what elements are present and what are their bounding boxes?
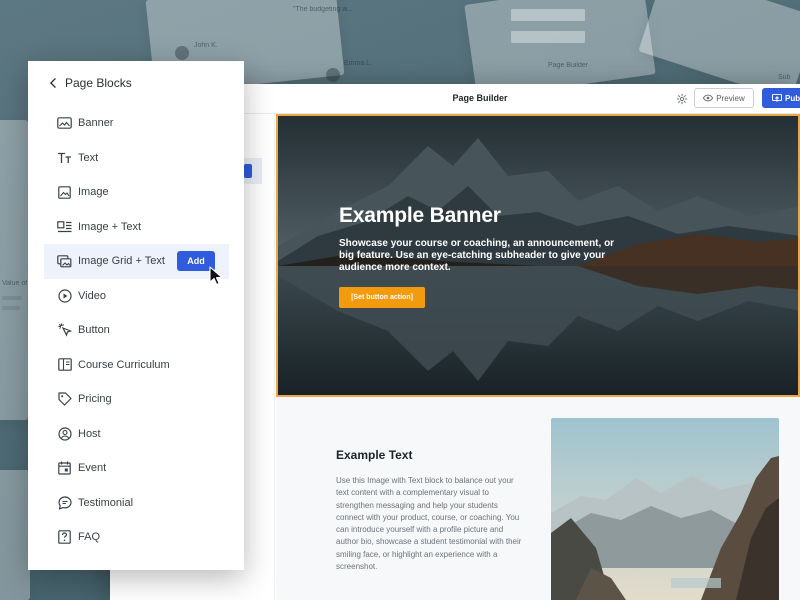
image-grid-icon	[57, 254, 72, 269]
block-item-label: Image	[78, 186, 109, 199]
section-image	[551, 418, 779, 600]
background-snippet: Page Builder	[548, 62, 589, 69]
image-text-icon	[57, 219, 72, 234]
image-icon	[57, 185, 72, 200]
gear-icon	[676, 93, 688, 105]
background-avatar	[175, 46, 189, 60]
background-avatar	[326, 68, 340, 82]
background-card	[0, 470, 30, 600]
text-block-body: Use this Image with Text block to balanc…	[336, 476, 522, 572]
block-item-banner[interactable]: Banner	[44, 106, 229, 141]
text-block-title: Example Text	[336, 448, 413, 462]
banner-subtitle: Showcase your course or coaching, an ann…	[339, 238, 615, 273]
block-item-label: Video	[78, 289, 106, 302]
text-icon	[57, 150, 72, 165]
mouse-cursor-icon	[209, 266, 223, 286]
background-line	[2, 306, 20, 310]
block-item-label: Host	[78, 427, 101, 440]
block-item-label: Text	[78, 151, 99, 164]
background-card	[0, 120, 28, 420]
publish-button[interactable]: Publi	[762, 88, 800, 108]
event-icon	[57, 461, 72, 476]
curriculum-icon	[57, 357, 72, 372]
background-snippet: "The budgeting w...	[293, 6, 353, 13]
block-item-label: Button	[78, 324, 110, 337]
testimonial-icon	[57, 495, 72, 510]
chevron-left-icon	[49, 78, 56, 88]
pricing-icon	[57, 392, 72, 407]
host-icon	[57, 426, 72, 441]
preview-button[interactable]: Preview	[694, 88, 754, 108]
preview-label: Preview	[716, 93, 745, 103]
block-item-pricing[interactable]: Pricing	[44, 382, 229, 417]
background-button	[510, 8, 586, 22]
block-item-image-text[interactable]: Image + Text	[44, 210, 229, 245]
background-snippet: Sub	[778, 74, 791, 81]
faq-icon	[57, 530, 72, 545]
builder-title: Page Builder	[452, 93, 508, 103]
banner-icon	[57, 116, 72, 131]
panel-header: Page Blocks	[28, 61, 244, 105]
block-item-label: Banner	[78, 117, 114, 130]
block-item-label: Image Grid + Text	[78, 255, 165, 268]
back-button[interactable]	[46, 76, 60, 90]
banner-action-button[interactable]: [Set button action]	[339, 287, 425, 308]
background-snippet: John K.	[194, 42, 218, 49]
mountain-image	[551, 418, 779, 600]
background-snippet: Value of	[2, 280, 28, 287]
block-item-video[interactable]: Video	[44, 279, 229, 314]
block-item-label: Course Curriculum	[78, 358, 170, 371]
background-snippet: Emma L.	[344, 60, 373, 67]
banner-block[interactable]: Example Banner Showcase your course or c…	[276, 114, 800, 397]
block-item-label: Testimonial	[78, 496, 134, 509]
image-text-block[interactable]: Example Text Use this Image with Text bl…	[276, 397, 800, 600]
block-item-image-grid-text[interactable]: Image Grid + Text Add	[44, 244, 229, 279]
block-item-course-curriculum[interactable]: Course Curriculum	[44, 348, 229, 383]
page-blocks-panel: Page Blocks Banner Text Image Image + Te…	[28, 61, 244, 570]
block-list: Banner Text Image Image + Text Image Gri	[44, 106, 229, 555]
video-icon	[57, 288, 72, 303]
background-line	[2, 296, 22, 300]
block-item-image[interactable]: Image	[44, 175, 229, 210]
banner-title: Example Banner	[339, 204, 501, 227]
block-item-text[interactable]: Text	[44, 141, 229, 176]
background-button	[510, 30, 586, 44]
publish-icon	[772, 93, 782, 102]
block-item-button[interactable]: Button	[44, 313, 229, 348]
block-item-label: Event	[78, 462, 107, 475]
block-item-label: Pricing	[78, 393, 112, 406]
eye-icon	[703, 94, 714, 102]
settings-button[interactable]	[675, 92, 689, 106]
block-item-faq[interactable]: FAQ	[44, 520, 229, 555]
block-item-host[interactable]: Host	[44, 417, 229, 452]
block-item-label: Image + Text	[78, 220, 142, 233]
block-item-testimonial[interactable]: Testimonial	[44, 486, 229, 521]
rail-button[interactable]	[244, 164, 252, 178]
block-item-label: FAQ	[78, 531, 101, 544]
block-item-event[interactable]: Event	[44, 451, 229, 486]
button-icon	[57, 323, 72, 338]
publish-label: Publi	[785, 93, 800, 103]
panel-title: Page Blocks	[65, 76, 132, 90]
